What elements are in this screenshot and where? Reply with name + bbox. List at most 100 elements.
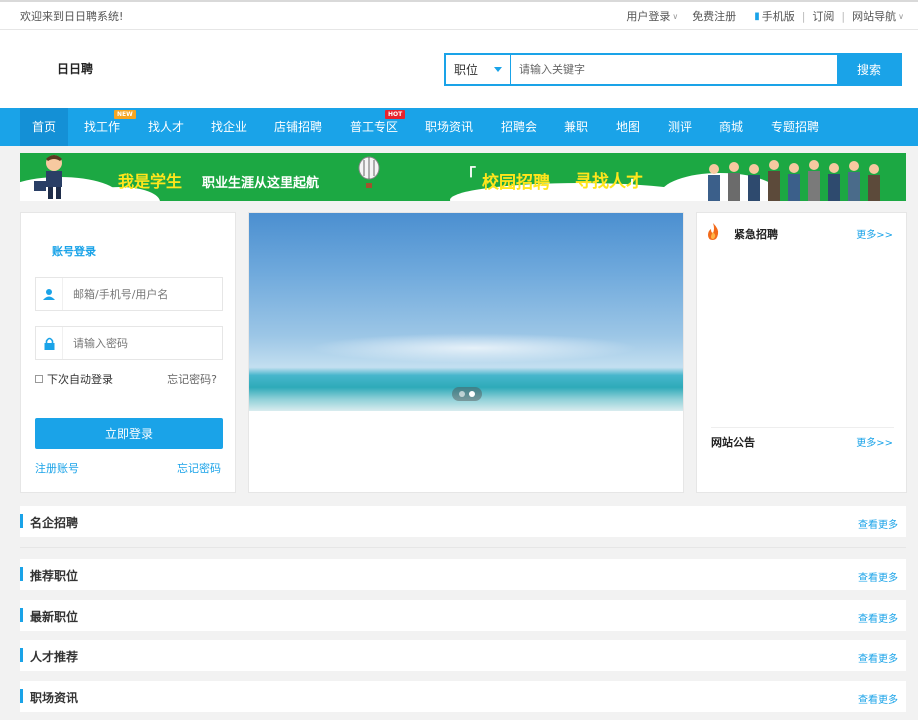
register-account-link[interactable]: 注册账号	[35, 460, 79, 476]
top-links: 用户登录 ∨ 免费注册 ▮ 手机版 | 订阅 | 网站导航 ∨	[626, 8, 904, 24]
section-title: 推荐职位	[30, 569, 79, 583]
nav-label: 普工专区	[350, 120, 399, 134]
crowd-illustration	[708, 160, 880, 201]
section-talent-recommend: 人才推荐 查看更多	[20, 640, 906, 671]
nav-label: 找工作	[84, 120, 121, 134]
nav-item-worker-zone[interactable]: 普工专区 HOT	[350, 108, 406, 146]
view-more-link[interactable]: 查看更多	[858, 650, 898, 665]
login-button[interactable]: 立即登录	[35, 418, 223, 449]
section-title: 人才推荐	[30, 650, 79, 664]
site-logo[interactable]: 日日聘	[57, 60, 93, 77]
section-marker	[20, 567, 23, 581]
user-login-link[interactable]: 用户登录 ∨	[626, 8, 678, 24]
search-type-select[interactable]: 职位	[446, 55, 511, 84]
dropdown-arrow-icon	[494, 67, 502, 72]
site-nav-label: 网站导航	[852, 10, 897, 23]
banner-text-campus: 校园招聘	[482, 173, 550, 193]
section-career-news: 职场资讯 查看更多	[20, 681, 906, 712]
section-marker	[20, 689, 23, 703]
nav-item-assessment[interactable]: 测评	[668, 108, 692, 146]
section-title: 名企招聘	[30, 516, 79, 530]
view-more-link[interactable]: 查看更多	[858, 691, 898, 706]
divider	[20, 547, 906, 548]
password-field	[35, 326, 223, 360]
top-bar: 欢迎来到日日聘系统! 用户登录 ∨ 免费注册 ▮ 手机版 | 订阅 | 网站导航…	[0, 0, 918, 30]
nav-item-job-fair[interactable]: 招聘会	[501, 108, 537, 146]
phone-icon: ▮	[754, 10, 760, 22]
checkbox-icon[interactable]	[35, 375, 43, 383]
section-recommended-jobs: 推荐职位 查看更多	[20, 559, 906, 590]
balloon-icon	[358, 156, 380, 188]
search-button[interactable]: 搜索	[837, 54, 901, 85]
forgot-password-link[interactable]: 忘记密码?	[167, 371, 217, 387]
main-nav: 首页 找工作 NEW 找人才 找企业 店铺招聘 普工专区 HOT 职场资讯 招聘…	[0, 108, 918, 146]
search-type-label: 职位	[454, 63, 479, 77]
section-famous-companies: 名企招聘 查看更多	[20, 506, 906, 537]
login-title[interactable]: 账号登录	[52, 243, 96, 259]
welcome-text: 欢迎来到日日聘系统!	[20, 10, 124, 23]
banner-text-career: 职业生涯从这里起航	[202, 176, 320, 191]
urgent-recruit-panel: 紧急招聘 更多>> 网站公告 更多>>	[696, 212, 907, 493]
remember-me-checkbox[interactable]: 下次自动登录	[35, 371, 113, 387]
nav-item-find-talent[interactable]: 找人才	[148, 108, 184, 146]
fire-icon	[708, 223, 719, 240]
view-more-link[interactable]: 查看更多	[858, 610, 898, 625]
forgot-password-link-bottom[interactable]: 忘记密码	[177, 460, 221, 476]
view-more-link[interactable]: 查看更多	[858, 516, 898, 531]
header: 日日聘 职位 搜索	[0, 30, 918, 108]
divider: |	[841, 9, 846, 23]
student-mascot-icon	[34, 155, 62, 199]
view-more-link[interactable]: 查看更多	[858, 569, 898, 584]
section-latest-jobs: 最新职位 查看更多	[20, 600, 906, 631]
section-marker	[20, 514, 23, 528]
nav-item-map[interactable]: 地图	[616, 108, 640, 146]
section-marker	[20, 648, 23, 662]
carousel-pagination	[452, 387, 482, 401]
carousel-dot-active[interactable]	[469, 391, 475, 397]
banner-text-student: 我是学生	[118, 172, 183, 191]
urgent-recruit-title: 紧急招聘	[734, 228, 778, 241]
hot-badge: HOT	[385, 110, 406, 119]
lock-icon	[36, 327, 63, 359]
user-icon	[36, 278, 63, 310]
nav-item-home[interactable]: 首页	[20, 108, 69, 146]
nav-item-part-time[interactable]: 兼职	[564, 108, 588, 146]
notice-more-link[interactable]: 更多>>	[856, 434, 893, 449]
nav-item-career-news[interactable]: 职场资讯	[425, 108, 473, 146]
user-login-label: 用户登录	[626, 10, 671, 23]
chevron-down-icon: ∨	[898, 11, 904, 21]
carousel-slide-image[interactable]	[249, 213, 683, 411]
new-badge: NEW	[114, 110, 136, 119]
remember-label: 下次自动登录	[47, 373, 113, 386]
nav-item-find-job[interactable]: 找工作 NEW	[84, 108, 136, 146]
section-title: 职场资讯	[30, 691, 79, 705]
username-field	[35, 277, 223, 311]
nav-item-mall[interactable]: 商城	[719, 108, 743, 146]
mobile-label: 手机版	[761, 10, 795, 23]
site-nav-link[interactable]: 网站导航 ∨	[852, 8, 904, 24]
search-bar: 职位 搜索	[444, 53, 902, 86]
section-title: 最新职位	[30, 610, 79, 624]
search-input[interactable]	[511, 55, 837, 84]
nav-item-special-recruit[interactable]: 专题招聘	[771, 108, 819, 146]
mobile-link[interactable]: ▮ 手机版	[754, 8, 795, 24]
login-panel: 账号登录 下次自动登录 忘记密码? 立即登录 注册账号 忘记密码	[20, 212, 236, 493]
image-carousel[interactable]	[248, 212, 684, 493]
password-input[interactable]	[63, 336, 222, 350]
divider: |	[801, 9, 806, 23]
campus-recruit-banner[interactable]: 我是学生 职业生涯从这里起航 「 校园招聘 寻找人才 」	[20, 153, 906, 201]
username-input[interactable]	[63, 287, 222, 301]
carousel-dot[interactable]	[459, 391, 465, 397]
chevron-down-icon: ∨	[672, 11, 679, 21]
cloud-decoration	[309, 333, 639, 363]
urgent-more-link[interactable]: 更多>>	[856, 226, 893, 241]
section-marker	[20, 608, 23, 622]
divider	[711, 427, 894, 428]
register-link[interactable]: 免费注册	[692, 8, 736, 24]
nav-item-store-recruit[interactable]: 店铺招聘	[274, 108, 322, 146]
subscribe-link[interactable]: 订阅	[812, 8, 834, 24]
nav-item-find-company[interactable]: 找企业	[211, 108, 247, 146]
bracket-decoration: 」	[627, 173, 644, 192]
site-notice-title: 网站公告	[711, 436, 755, 449]
bracket-decoration: 「	[460, 165, 477, 184]
